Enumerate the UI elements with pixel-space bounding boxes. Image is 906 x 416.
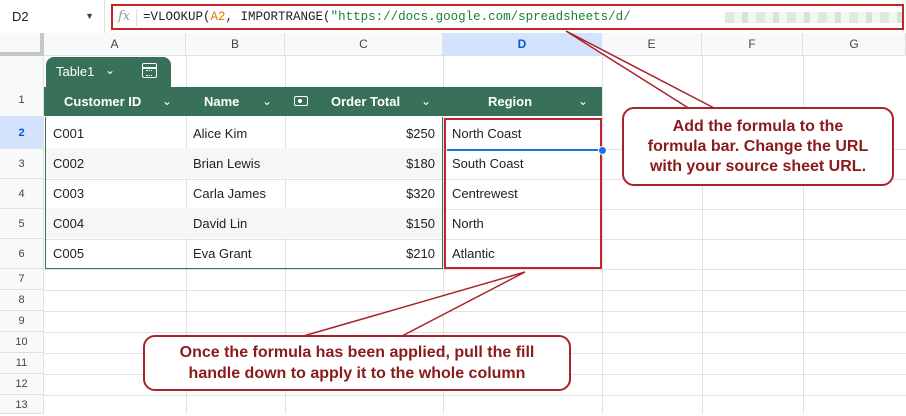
header-region[interactable]: Region [488,87,532,116]
caret-down-icon[interactable]: ▼ [85,0,94,33]
row-header-10[interactable]: 10 [0,332,44,353]
cell-name[interactable]: Brian Lewis [193,149,260,179]
row-header-11[interactable]: 11 [0,353,44,374]
column-header-d[interactable]: D [443,33,602,56]
row-header-7[interactable]: 7 [0,269,44,290]
column-header-g[interactable]: G [803,33,906,56]
row-header-12[interactable]: 12 [0,374,44,395]
column-header-b[interactable]: B [186,33,285,56]
row-header-8[interactable]: 8 [0,290,44,311]
cell-name[interactable]: Eva Grant [193,239,252,269]
callout-formula-bar: Add the formula to the formula bar. Chan… [622,107,894,186]
active-cell-border [447,149,601,151]
name-box-value: D2 [12,9,29,24]
table-name-chip[interactable]: Table1 ⌄ [46,57,171,87]
header-customer-id[interactable]: Customer ID [64,87,141,116]
formula-input[interactable]: fx =VLOOKUP(A2, IMPORTRANGE("https://doc… [111,4,904,30]
name-box[interactable]: D2 ▼ [0,0,105,33]
cell-customer-id[interactable]: C003 [53,179,84,209]
chevron-down-icon[interactable]: ⌄ [421,87,431,116]
cell-order-total[interactable]: $180 [290,149,435,179]
callout-line: Once the formula has been applied, pull … [145,342,569,363]
formula-mid: , IMPORTRANGE( [226,10,331,24]
row-header-4[interactable]: 4 [0,179,44,209]
grid-line [44,332,906,333]
row-header-5[interactable]: 5 [0,209,44,239]
row-header-6[interactable]: 6 [0,239,44,269]
callout-line: handle down to apply it to the whole col… [145,363,569,384]
cell-order-total[interactable]: $210 [290,239,435,269]
formula-url: "https://docs.google.com/spreadsheets/d/ [331,10,631,24]
calendar-table-icon[interactable] [142,63,157,78]
callout-line: with your source sheet URL. [624,157,892,177]
row-header-2[interactable]: 2 [0,117,44,149]
column-header-f[interactable]: F [702,33,803,56]
region-column-highlight [444,118,602,269]
cell-customer-id[interactable]: C002 [53,149,84,179]
row-header-13[interactable]: 13 [0,395,44,414]
cell-order-total[interactable]: $250 [290,119,435,149]
callout-fill-handle: Once the formula has been applied, pull … [143,335,571,391]
chevron-down-icon[interactable]: ⌄ [105,63,115,77]
cell-customer-id[interactable]: C005 [53,239,84,269]
fill-handle[interactable] [598,146,607,155]
blurred-url [725,12,904,23]
column-header-c[interactable]: C [285,33,443,56]
cell-customer-id[interactable]: C001 [53,119,84,149]
grid-line [44,269,906,270]
money-icon [294,96,308,106]
cell-name[interactable]: Carla James [193,179,266,209]
formula-prefix: =VLOOKUP( [143,10,211,24]
table-name: Table1 [56,64,94,79]
callout-line: formula bar. Change the URL [624,137,892,157]
cell-customer-id[interactable]: C004 [53,209,84,239]
chevron-down-icon[interactable]: ⌄ [578,87,588,116]
callout-line: Add the formula to the [624,117,892,137]
column-header-a[interactable]: A [44,33,186,56]
formula-text: =VLOOKUP(A2, IMPORTRANGE("https://docs.g… [143,10,631,24]
cell-name[interactable]: Alice Kim [193,119,247,149]
table-header-row: Customer ID ⌄ Name ⌄ Order Total ⌄ Regio… [44,87,602,116]
grid-line [602,56,603,414]
header-order-total[interactable]: Order Total [331,87,400,116]
row-header-3[interactable]: 3 [0,149,44,179]
cell-order-total[interactable]: $150 [290,209,435,239]
select-all-corner[interactable] [0,33,44,56]
chevron-down-icon[interactable]: ⌄ [262,87,272,116]
row-header-1[interactable]: 1 [0,56,44,117]
formula-ref: A2 [211,10,226,24]
grid-line [44,311,906,312]
chevron-down-icon[interactable]: ⌄ [162,87,172,116]
row-header-9[interactable]: 9 [0,311,44,332]
cell-order-total[interactable]: $320 [290,179,435,209]
cell-name[interactable]: David Lin [193,209,247,239]
column-header-e[interactable]: E [602,33,702,56]
grid-line [44,395,906,396]
formula-bar: D2 ▼ fx =VLOOKUP(A2, IMPORTRANGE("https:… [0,0,906,34]
fx-icon: fx [118,9,130,24]
fx-separator [136,9,137,26]
grid-line [44,290,906,291]
header-name[interactable]: Name [204,87,239,116]
bottom-callout-pointer [300,272,525,337]
